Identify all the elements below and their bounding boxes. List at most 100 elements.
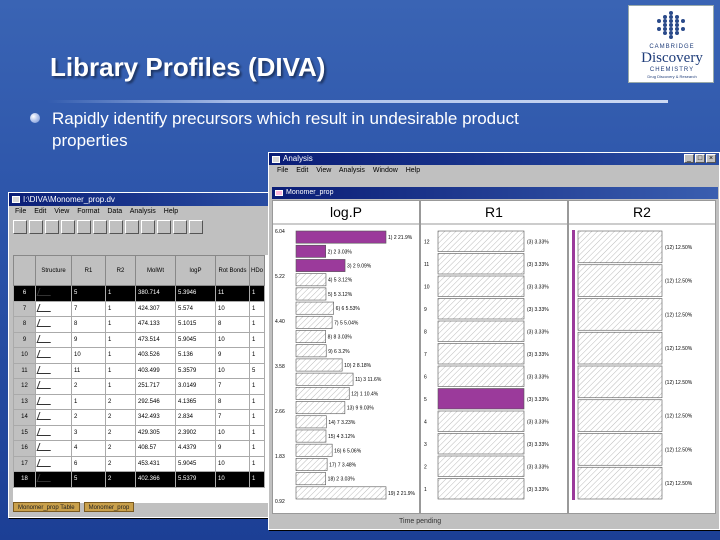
row-number[interactable]: 11 (13, 362, 36, 379)
tab-table[interactable]: Monomer_prop Table (13, 502, 80, 512)
r2-cell[interactable]: 1 (105, 300, 136, 317)
logp-cell[interactable]: 5.574 (175, 300, 216, 317)
molwt-cell[interactable]: 429.305 (135, 424, 176, 441)
hdonor-cell[interactable]: 1 (248, 347, 266, 364)
new-file-icon[interactable] (13, 220, 27, 234)
structure-cell[interactable] (35, 409, 72, 426)
close-icon[interactable]: × (706, 154, 716, 163)
tab-chart[interactable]: Monomer_prop (83, 502, 135, 512)
r1-cell[interactable]: 2 (71, 378, 106, 395)
row-number[interactable]: 17 (13, 455, 36, 472)
menu-edit[interactable]: Edit (296, 167, 308, 174)
structure-cell[interactable] (35, 393, 72, 410)
r1-cell[interactable]: 1 (71, 393, 106, 410)
save-icon[interactable] (45, 220, 59, 234)
minimize-icon[interactable]: _ (684, 154, 694, 163)
logp-cell[interactable]: 5.136 (175, 347, 216, 364)
menu-analysis[interactable]: Analysis (130, 208, 156, 215)
menu-data[interactable]: Data (107, 208, 122, 215)
structure-cell[interactable] (35, 455, 72, 472)
r1-cell[interactable]: 4 (71, 440, 106, 457)
table-window-titlebar[interactable]: I:\DIVA\Monomer_prop.dv (9, 193, 275, 206)
r1-cell[interactable]: 2 (71, 409, 106, 426)
r2-cell[interactable]: 2 (105, 455, 136, 472)
structure-cell[interactable] (35, 347, 72, 364)
menu-view[interactable]: View (54, 208, 69, 215)
rot-bonds-cell[interactable]: 9 (215, 440, 250, 457)
logp-cell[interactable]: 5.9045 (175, 455, 216, 472)
filter-icon[interactable] (141, 220, 155, 234)
r2-cell[interactable]: 1 (105, 331, 136, 348)
molwt-cell[interactable]: 292.546 (135, 393, 176, 410)
hdonor-cell[interactable]: 1 (248, 316, 266, 333)
hdonor-cell[interactable]: 1 (248, 331, 266, 348)
rot-bonds-cell[interactable]: 10 (215, 455, 250, 472)
molwt-cell[interactable]: 402.366 (135, 471, 176, 488)
hdonor-cell[interactable]: 1 (248, 300, 266, 317)
row-number[interactable]: 7 (13, 300, 36, 317)
table-row[interactable]: 17 6 2 453.431 5.9045 10 1 (13, 455, 266, 472)
table-row[interactable]: 9 9 1 473.514 5.9045 10 1 (13, 331, 266, 348)
logp-cell[interactable]: 3.0149 (175, 378, 216, 395)
structure-cell[interactable] (35, 471, 72, 488)
table-row[interactable]: 10 10 1 403.526 5.136 9 1 (13, 347, 266, 364)
chart-window-titlebar[interactable]: Monomer_prop (272, 187, 718, 199)
menu-format[interactable]: Format (77, 208, 99, 215)
logp-cell[interactable]: 2.3902 (175, 424, 216, 441)
maximize-icon[interactable]: □ (695, 154, 705, 163)
column-header[interactable] (13, 255, 36, 286)
table-row[interactable]: 18 5 2 402.366 5.5379 10 1 (13, 471, 266, 488)
row-number[interactable]: 6 (13, 285, 36, 302)
hdonor-cell[interactable]: 1 (248, 409, 266, 426)
structure-cell[interactable] (35, 285, 72, 302)
rot-bonds-cell[interactable]: 8 (215, 316, 250, 333)
logp-cell[interactable]: 5.1015 (175, 316, 216, 333)
paste-icon[interactable] (109, 220, 123, 234)
row-number[interactable]: 15 (13, 424, 36, 441)
r1-cell[interactable]: 7 (71, 300, 106, 317)
r1-cell[interactable]: 5 (71, 471, 106, 488)
r2-cell[interactable]: 1 (105, 316, 136, 333)
molwt-cell[interactable]: 380.714 (135, 285, 176, 302)
r2-cell[interactable]: 1 (105, 362, 136, 379)
structure-cell[interactable] (35, 316, 72, 333)
table-row[interactable]: 11 11 1 403.499 5.3579 10 5 (13, 362, 266, 379)
logp-cell[interactable]: 4.1365 (175, 393, 216, 410)
structure-cell[interactable] (35, 362, 72, 379)
hdonor-cell[interactable]: 1 (248, 285, 266, 302)
molwt-cell[interactable]: 473.514 (135, 331, 176, 348)
r2-cell[interactable]: 2 (105, 409, 136, 426)
table-row[interactable]: 14 2 2 342.493 2.834 7 1 (13, 409, 266, 426)
sort-icon[interactable] (157, 220, 171, 234)
menu-file[interactable]: File (15, 208, 26, 215)
menu-help[interactable]: Help (406, 167, 420, 174)
logp-cell[interactable]: 5.9045 (175, 331, 216, 348)
r1-cell[interactable]: 9 (71, 331, 106, 348)
structure-cell[interactable] (35, 424, 72, 441)
column-header[interactable]: R1 (71, 255, 106, 286)
r1-cell[interactable]: 8 (71, 316, 106, 333)
column-header[interactable]: logP (175, 255, 216, 286)
r2-cell[interactable]: 1 (105, 285, 136, 302)
molwt-cell[interactable]: 251.717 (135, 378, 176, 395)
r1-cell[interactable]: 10 (71, 347, 106, 364)
r1-cell[interactable]: 3 (71, 424, 106, 441)
print-icon[interactable] (61, 220, 75, 234)
row-number[interactable]: 9 (13, 331, 36, 348)
table-row[interactable]: 16 4 2 408.57 4.4379 9 1 (13, 440, 266, 457)
rot-bonds-cell[interactable]: 10 (215, 424, 250, 441)
molwt-cell[interactable]: 342.493 (135, 409, 176, 426)
rot-bonds-cell[interactable]: 10 (215, 331, 250, 348)
molwt-cell[interactable]: 453.431 (135, 455, 176, 472)
r2-cell[interactable]: 2 (105, 393, 136, 410)
table-row[interactable]: 7 7 1 424.307 5.574 10 1 (13, 300, 266, 317)
row-number[interactable]: 16 (13, 440, 36, 457)
structure-cell[interactable] (35, 378, 72, 395)
logp-cell[interactable]: 5.3579 (175, 362, 216, 379)
molwt-cell[interactable]: 474.133 (135, 316, 176, 333)
rot-bonds-cell[interactable]: 10 (215, 471, 250, 488)
hdonor-cell[interactable]: 1 (248, 424, 266, 441)
rot-bonds-cell[interactable]: 10 (215, 362, 250, 379)
r1-cell[interactable]: 6 (71, 455, 106, 472)
menu-help[interactable]: Help (164, 208, 178, 215)
